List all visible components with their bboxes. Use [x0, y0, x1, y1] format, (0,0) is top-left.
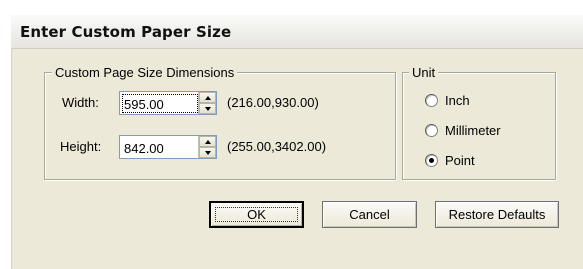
unit-group-legend: Unit: [409, 65, 439, 80]
restore-defaults-button-label: Restore Defaults: [448, 207, 546, 222]
height-label: Height:: [60, 139, 102, 154]
unit-option-inch[interactable]: Inch: [425, 93, 470, 108]
title-bar[interactable]: Enter Custom Paper Size: [11, 15, 583, 49]
height-input[interactable]: [120, 136, 198, 158]
dialog-body: Enter Custom Paper Size Custom Page Size…: [10, 14, 583, 269]
millimeter-label: Millimeter: [445, 123, 501, 138]
height-decrement-button[interactable]: [199, 147, 216, 158]
width-decrement-button[interactable]: [199, 103, 216, 114]
width-spinner: [119, 91, 217, 115]
cancel-button[interactable]: Cancel: [322, 201, 417, 228]
width-input[interactable]: [120, 92, 198, 114]
height-increment-button[interactable]: [199, 136, 216, 147]
inch-label: Inch: [445, 93, 470, 108]
width-range-text: (216.00,930.00): [227, 95, 319, 110]
arrow-down-icon: [204, 150, 211, 155]
arrow-up-icon: [204, 139, 211, 144]
millimeter-radio[interactable]: [425, 124, 438, 137]
height-spin-buttons: [198, 136, 216, 158]
inch-radio[interactable]: [425, 94, 438, 107]
width-label: Width:: [62, 95, 99, 110]
restore-defaults-button[interactable]: Restore Defaults: [435, 201, 559, 228]
custom-paper-size-dialog: Enter Custom Paper Size Custom Page Size…: [0, 0, 583, 269]
unit-option-point[interactable]: Point: [425, 153, 475, 168]
point-label: Point: [445, 153, 475, 168]
arrow-down-icon: [204, 106, 211, 111]
dialog-title: Enter Custom Paper Size: [20, 23, 232, 41]
width-increment-button[interactable]: [199, 92, 216, 103]
unit-groupbox: Unit Inch Millimeter Point: [402, 65, 556, 180]
unit-option-millimeter[interactable]: Millimeter: [425, 123, 501, 138]
width-spin-buttons: [198, 92, 216, 114]
point-radio[interactable]: [425, 154, 438, 167]
height-spinner: [119, 135, 217, 159]
dimensions-groupbox: Custom Page Size Dimensions Width: (216.…: [44, 65, 396, 180]
cancel-button-label: Cancel: [349, 207, 390, 222]
ok-button-label: OK: [247, 207, 266, 222]
ok-button[interactable]: OK: [209, 201, 304, 228]
arrow-up-icon: [204, 95, 211, 100]
dimensions-group-legend: Custom Page Size Dimensions: [52, 65, 238, 80]
height-range-text: (255.00,3402.00): [227, 139, 327, 154]
